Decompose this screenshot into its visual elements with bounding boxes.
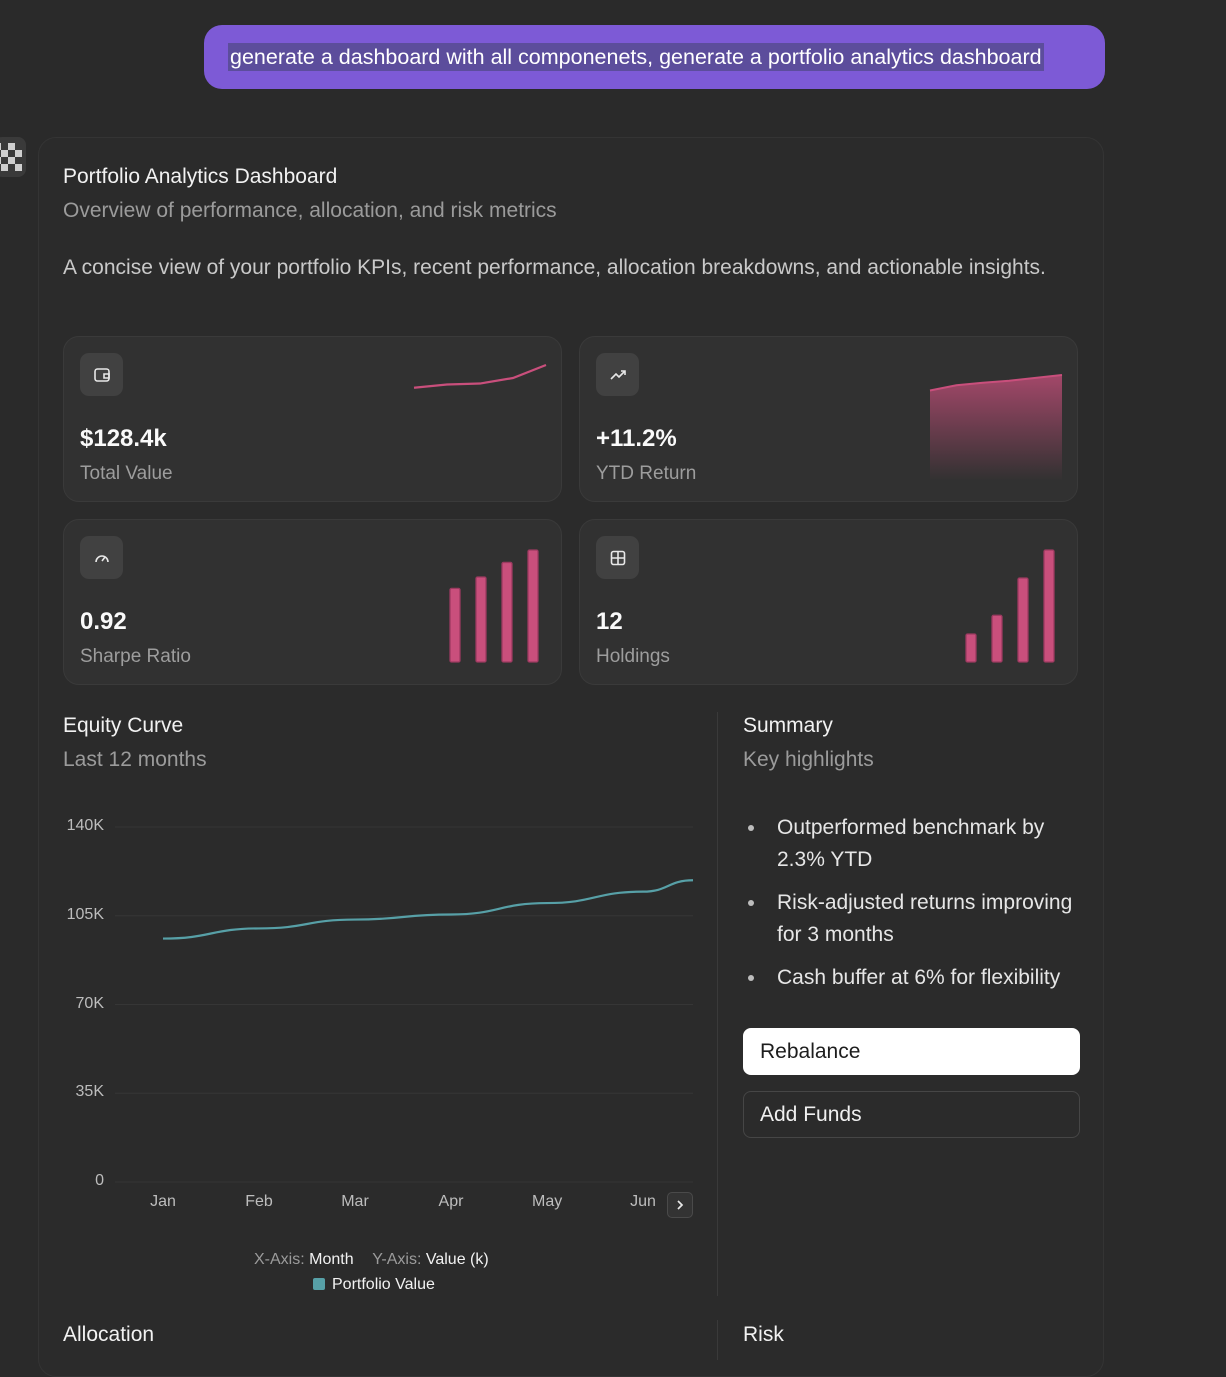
add-funds-button[interactable]: Add Funds [743,1091,1080,1138]
equity-chart [115,826,694,1183]
summary-item: Cash buffer at 6% for flexibility [743,962,1088,994]
sparkline-bar [1043,549,1055,663]
rebalance-button[interactable]: Rebalance [743,1028,1080,1075]
sparkline-bar [1017,577,1029,663]
allocation-title: Allocation [63,1323,155,1346]
summary-title: Summary [743,714,833,737]
x-tick-label: Jun [630,1193,656,1210]
x-axis-value: Month [309,1251,354,1268]
sparkline-area [930,375,1062,481]
sparkline-bar [991,614,1003,663]
summary-item: Risk-adjusted returns improving for 3 mo… [743,887,1088,951]
risk-title: Risk [743,1323,784,1346]
kpi-sparkline [965,549,1055,663]
series-legend-label: Portfolio Value [332,1276,435,1293]
x-tick-label: Feb [245,1193,273,1210]
sparkline-bar [965,633,977,663]
x-tick-label: Mar [341,1193,369,1210]
kpi-sparkline [929,374,1063,481]
y-tick-label: 140K [66,817,104,834]
summary-item: Outperformed benchmark by 2.3% YTD [743,812,1088,876]
y-axis-key: Y-Axis: [372,1251,422,1268]
series-line-portfolio-value [162,879,694,940]
y-tick-label: 35K [75,1083,104,1101]
summary-subtitle: Key highlights [743,748,874,771]
axis-legend: X-Axis: Month Y-Axis: Value (k) [254,1251,489,1269]
x-tick-label: Jan [150,1193,176,1210]
y-tick-label: 105K [66,905,104,923]
y-tick-label: 70K [75,994,104,1012]
y-axis-value: Value (k) [425,1251,489,1268]
section-divider [717,1320,718,1360]
y-tick-label: 0 [95,1172,104,1189]
series-legend: Portfolio Value [313,1276,435,1294]
x-axis-key: X-Axis: [254,1251,305,1268]
x-tick-label: Apr [438,1193,464,1210]
chevron-right-icon [677,1200,684,1210]
chart-scroll-next-button[interactable] [667,1192,693,1218]
x-tick-label: May [532,1193,563,1210]
summary-list: Outperformed benchmark by 2.3% YTD Risk-… [743,812,1088,1005]
series-swatch [313,1278,325,1290]
